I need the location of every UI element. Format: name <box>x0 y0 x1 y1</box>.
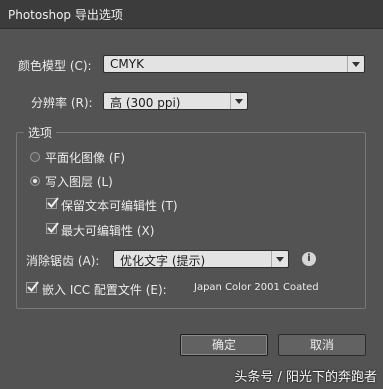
antialias-value: 优化文字 (提示) <box>120 254 206 268</box>
chevron-down-icon[interactable] <box>230 93 247 109</box>
keep-text-editable-label[interactable]: 保留文本可编辑性 (T) <box>61 197 178 214</box>
title-bar: Photoshop 导出选项 <box>0 0 383 29</box>
options-legend: 选项 <box>24 124 57 141</box>
chevron-down-icon[interactable] <box>347 56 364 72</box>
resolution-select[interactable]: 高 (300 ppi) <box>103 92 248 110</box>
max-editability-label[interactable]: 最大可编辑性 (X) <box>61 222 154 239</box>
color-model-label: 颜色模型 (C): <box>18 59 92 73</box>
flatten-radio[interactable] <box>30 152 40 162</box>
keep-text-editable-checkbox[interactable] <box>46 197 59 209</box>
watermark: 头条号 / 阳光下的奔跑者 <box>234 370 377 385</box>
flatten-label[interactable]: 平面化图像 (F) <box>45 149 125 166</box>
antialias-select[interactable]: 优化文字 (提示) <box>113 250 289 268</box>
color-model-value: CMYK <box>110 57 144 71</box>
checkmark-icon <box>27 281 39 293</box>
info-icon[interactable]: i <box>302 252 316 266</box>
ok-button[interactable]: 确定 <box>180 334 268 356</box>
chevron-down-icon[interactable] <box>271 251 288 267</box>
cancel-button[interactable]: 取消 <box>278 334 366 356</box>
antialias-label: 消除锯齿 (A): <box>26 254 100 268</box>
write-layers-radio[interactable] <box>30 176 40 186</box>
max-editability-checkbox[interactable] <box>46 222 59 234</box>
color-model-select[interactable]: CMYK <box>103 55 365 73</box>
checkmark-icon <box>47 197 59 209</box>
checkmark-icon <box>47 222 59 234</box>
icc-profile-name: Japan Color 2001 Coated <box>194 282 319 293</box>
window-title: Photoshop 导出选项 <box>8 8 123 22</box>
resolution-label: 分辨率 (R): <box>31 96 93 110</box>
embed-icc-label[interactable]: 嵌入 ICC 配置文件 (E): <box>42 281 167 298</box>
resolution-value: 高 (300 ppi) <box>110 96 181 110</box>
embed-icc-checkbox[interactable] <box>26 281 39 293</box>
write-layers-label[interactable]: 写入图层 (L) <box>45 173 113 190</box>
